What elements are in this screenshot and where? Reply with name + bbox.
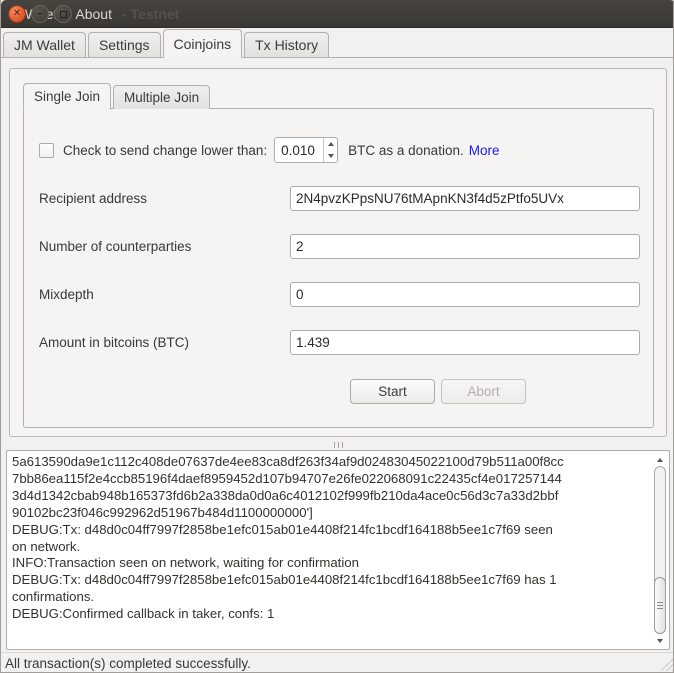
spinbox-down-icon[interactable] <box>324 150 337 162</box>
recipient-address-label: Recipient address <box>37 191 290 206</box>
main-tabbar: JM Wallet Settings Coinjoins Tx History <box>1 28 674 58</box>
mixdepth-row: Mixdepth <box>37 282 640 307</box>
amount-input[interactable] <box>290 330 640 355</box>
log-line: 5a613590da9e1c112c408de07637de4ee83ca8df… <box>12 454 650 471</box>
window-title: - Testnet <box>122 6 179 22</box>
spinner-buttons <box>323 138 337 162</box>
coinjoins-frame: Single Join Multiple Join Check to send … <box>9 68 667 437</box>
status-message: All transaction(s) completed successfull… <box>5 656 251 671</box>
start-button[interactable]: Start <box>350 379 435 404</box>
tab-settings[interactable]: Settings <box>88 32 161 57</box>
donation-label: Check to send change lower than: <box>63 143 267 158</box>
join-tabbar: Single Join Multiple Join <box>23 82 212 109</box>
donation-checkbox[interactable] <box>39 143 54 158</box>
log-scrollbar[interactable] <box>652 452 668 648</box>
scrollbar-up-icon[interactable] <box>652 453 668 466</box>
tab-jm-wallet[interactable]: JM Wallet <box>3 32 86 57</box>
mixdepth-input[interactable] <box>290 282 640 307</box>
tab-tx-history[interactable]: Tx History <box>244 32 329 57</box>
splitter-handle[interactable] <box>1 441 674 448</box>
log-line: INFO:Transaction seen on network, waitin… <box>12 555 650 572</box>
donation-suffix: BTC as a donation. <box>348 143 464 158</box>
counterparties-row: Number of counterparties <box>37 234 640 259</box>
titlebar: ✕ – Wallet About - Testnet <box>1 0 674 28</box>
tab-multiple-join[interactable]: Multiple Join <box>113 85 210 109</box>
spinbox-up-icon[interactable] <box>324 138 337 150</box>
log-line: DEBUG:Tx: d48d0c04ff7997f2858be1efc015ab… <box>12 572 650 589</box>
log-content: 5a613590da9e1c112c408de07637de4ee83ca8df… <box>7 451 652 649</box>
log-line: on network. <box>12 539 650 556</box>
action-buttons: Start Abort <box>37 379 640 404</box>
counterparties-input[interactable] <box>290 234 640 259</box>
log-line: DEBUG:Confirmed callback in taker, confs… <box>12 606 650 623</box>
log-line: confirmations. <box>12 589 650 606</box>
close-icon[interactable]: ✕ <box>8 5 26 23</box>
recipient-address-row: Recipient address <box>37 186 640 211</box>
log-line: DEBUG:Tx: d48d0c04ff7997f2858be1efc015ab… <box>12 522 650 539</box>
log-line: 90102bc23f046c992962d51967b484d110000000… <box>12 505 650 522</box>
scrollbar-down-icon[interactable] <box>652 634 668 647</box>
resize-grip-icon[interactable] <box>660 658 673 671</box>
scrollbar-track[interactable] <box>654 466 666 634</box>
donation-more-link[interactable]: More <box>469 143 500 158</box>
recipient-address-input[interactable] <box>290 186 640 211</box>
scrollbar-thumb[interactable] <box>654 577 666 634</box>
log-line: 3d4d1342cbab948b165373fd6b2a338da0d0a6c4… <box>12 488 650 505</box>
counterparties-label: Number of counterparties <box>37 239 290 254</box>
amount-row: Amount in bitcoins (BTC) <box>37 330 640 355</box>
wallet-window: ✕ – Wallet About - Testnet JM Wallet Set… <box>0 0 674 673</box>
single-join-pane: Check to send change lower than: BTC as … <box>23 108 654 428</box>
amount-label: Amount in bitcoins (BTC) <box>37 335 290 350</box>
donation-amount-spinbox <box>274 137 338 163</box>
mixdepth-label: Mixdepth <box>37 287 290 302</box>
log-output[interactable]: 5a613590da9e1c112c408de07637de4ee83ca8df… <box>6 450 670 650</box>
maximize-icon[interactable] <box>54 5 72 23</box>
abort-button[interactable]: Abort <box>441 379 526 404</box>
log-line: 7bb86ea115f2e4ccb85196f4daef8959452d107b… <box>12 471 650 488</box>
tab-coinjoins[interactable]: Coinjoins <box>163 29 243 58</box>
donation-amount-input[interactable] <box>275 138 323 162</box>
minimize-icon[interactable]: – <box>31 5 49 23</box>
donation-row: Check to send change lower than: BTC as … <box>37 137 640 163</box>
status-bar: All transaction(s) completed successfull… <box>1 652 674 673</box>
menu-about[interactable]: About <box>75 6 112 22</box>
tab-single-join[interactable]: Single Join <box>23 83 111 110</box>
